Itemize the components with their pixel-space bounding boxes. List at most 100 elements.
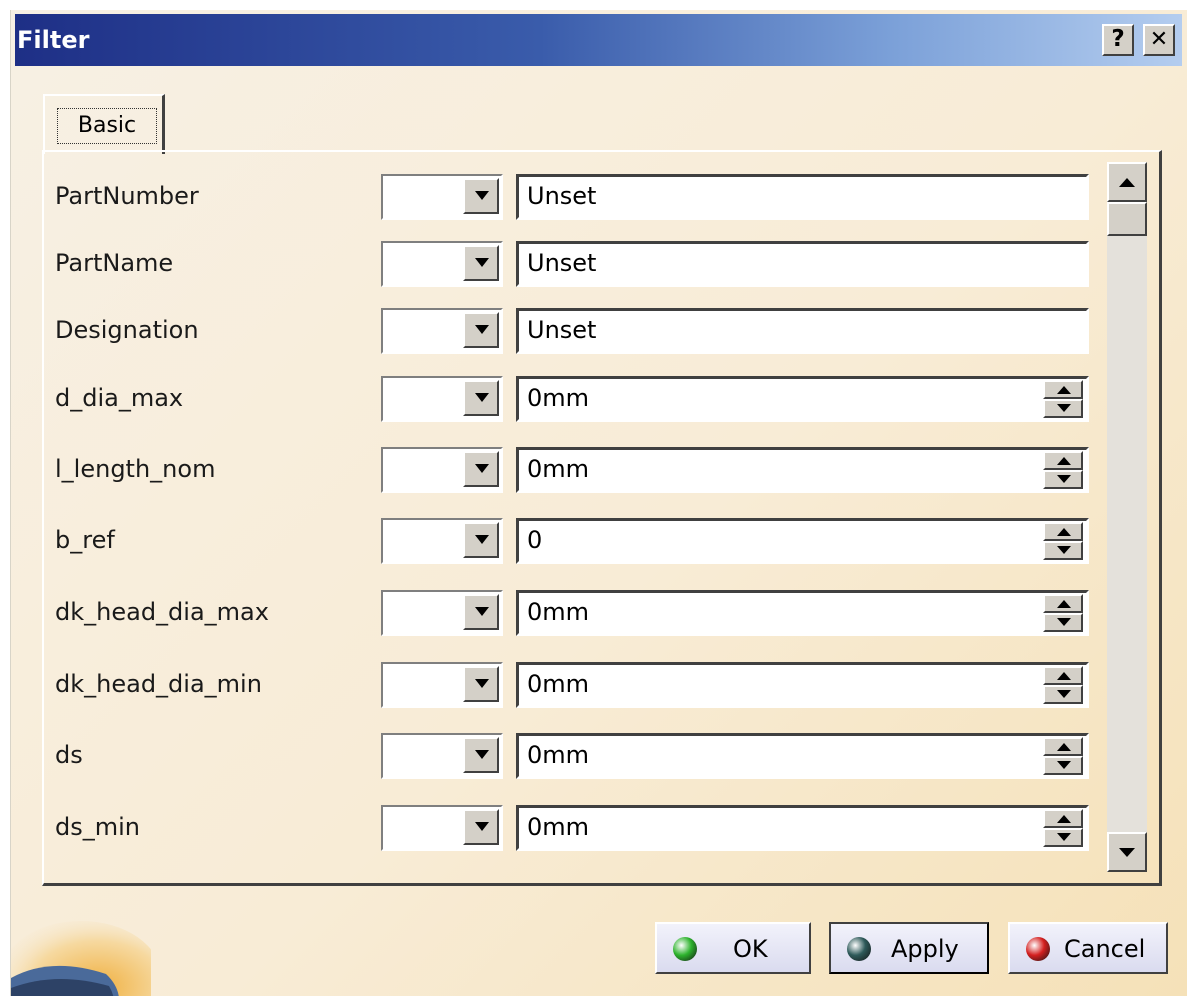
value-input[interactable]: Unset (516, 308, 1089, 354)
apply-icon (847, 937, 871, 961)
field-label: d_dia_max (55, 384, 184, 412)
chevron-down-icon (475, 607, 489, 616)
chevron-down-icon (475, 393, 489, 402)
dialog-title: Filter (17, 26, 90, 54)
value-spinner[interactable] (1043, 737, 1083, 775)
spin-up-button[interactable] (1043, 809, 1083, 828)
value-spinner[interactable] (1043, 666, 1083, 704)
value-spinner[interactable] (1043, 809, 1083, 847)
spin-up-button[interactable] (1043, 451, 1083, 470)
value-input[interactable]: 0mm (516, 805, 1089, 851)
value-input[interactable]: 0 (516, 518, 1089, 564)
spin-down-button[interactable] (1043, 685, 1083, 704)
cancel-button[interactable]: Cancel (1008, 922, 1168, 974)
value-input[interactable]: 0mm (516, 447, 1089, 493)
field-label: ds_min (55, 813, 140, 841)
dropdown-button[interactable] (463, 451, 499, 487)
value-input[interactable]: 0mm (516, 733, 1089, 779)
arrow-down-icon (1119, 848, 1135, 857)
spin-up-button[interactable] (1043, 522, 1083, 541)
chevron-down-icon (475, 679, 489, 688)
filter-dialog: Filter ? ✕ Basic PartNumber Unset PartName… (10, 10, 1187, 996)
tab-basic[interactable]: Basic (43, 94, 165, 154)
apply-label: Apply (891, 935, 959, 963)
chevron-down-icon (475, 535, 489, 544)
chevron-down-icon (475, 464, 489, 473)
arrow-down-icon (1057, 475, 1071, 483)
close-button[interactable]: ✕ (1143, 24, 1175, 56)
field-label: l_length_nom (55, 455, 216, 483)
arrow-up-icon (1119, 178, 1135, 187)
value-input[interactable]: Unset (516, 241, 1089, 287)
value-input[interactable]: Unset (516, 174, 1089, 220)
dropdown-button[interactable] (463, 380, 499, 416)
dropdown-button[interactable] (463, 809, 499, 845)
cancel-icon (1026, 937, 1050, 961)
arrow-up-icon (1057, 386, 1071, 394)
arrow-up-icon (1057, 743, 1071, 751)
operator-dropdown[interactable] (381, 447, 503, 493)
apply-button[interactable]: Apply (829, 922, 989, 974)
operator-dropdown[interactable] (381, 241, 503, 287)
cancel-label: Cancel (1064, 935, 1146, 963)
help-button[interactable]: ? (1102, 24, 1134, 56)
dropdown-button[interactable] (463, 245, 499, 281)
scroll-down-button[interactable] (1107, 832, 1147, 872)
value-spinner[interactable] (1043, 522, 1083, 560)
value-spinner[interactable] (1043, 594, 1083, 632)
operator-dropdown[interactable] (381, 174, 503, 220)
operator-dropdown[interactable] (381, 376, 503, 422)
ok-icon (673, 937, 697, 961)
value-spinner[interactable] (1043, 451, 1083, 489)
operator-dropdown[interactable] (381, 308, 503, 354)
chevron-down-icon (475, 258, 489, 267)
spin-down-button[interactable] (1043, 756, 1083, 775)
arrow-up-icon (1057, 672, 1071, 680)
arrow-up-icon (1057, 600, 1071, 608)
arrow-up-icon (1057, 457, 1071, 465)
ok-label: OK (733, 935, 768, 963)
dropdown-button[interactable] (463, 666, 499, 702)
value-input[interactable]: 0mm (516, 376, 1089, 422)
arrow-up-icon (1057, 815, 1071, 823)
value-spinner[interactable] (1043, 380, 1083, 418)
vertical-scrollbar[interactable] (1107, 162, 1147, 872)
tab-basic-label: Basic (57, 108, 157, 144)
chevron-down-icon (475, 822, 489, 831)
spin-up-button[interactable] (1043, 666, 1083, 685)
dropdown-button[interactable] (463, 312, 499, 348)
chevron-down-icon (475, 191, 489, 200)
arrow-down-icon (1057, 546, 1071, 554)
ok-button[interactable]: OK (655, 922, 811, 974)
dropdown-button[interactable] (463, 178, 499, 214)
dropdown-button[interactable] (463, 594, 499, 630)
arrow-up-icon (1057, 528, 1071, 536)
spin-down-button[interactable] (1043, 399, 1083, 418)
spin-down-button[interactable] (1043, 470, 1083, 489)
spin-down-button[interactable] (1043, 613, 1083, 632)
value-input[interactable]: 0mm (516, 590, 1089, 636)
arrow-down-icon (1057, 833, 1071, 841)
spin-up-button[interactable] (1043, 380, 1083, 399)
spin-up-button[interactable] (1043, 594, 1083, 613)
field-label: Designation (55, 316, 199, 344)
operator-dropdown[interactable] (381, 518, 503, 564)
dropdown-button[interactable] (463, 737, 499, 773)
title-bar[interactable]: Filter ? ✕ (15, 14, 1182, 66)
spin-down-button[interactable] (1043, 541, 1083, 560)
scroll-up-button[interactable] (1107, 162, 1147, 202)
field-label: ds (55, 741, 83, 769)
operator-dropdown[interactable] (381, 590, 503, 636)
dropdown-button[interactable] (463, 522, 499, 558)
scroll-thumb[interactable] (1107, 202, 1147, 236)
chevron-down-icon (475, 750, 489, 759)
value-input[interactable]: 0mm (516, 662, 1089, 708)
operator-dropdown[interactable] (381, 805, 503, 851)
spin-up-button[interactable] (1043, 737, 1083, 756)
operator-dropdown[interactable] (381, 733, 503, 779)
spin-down-button[interactable] (1043, 828, 1083, 847)
arrow-down-icon (1057, 761, 1071, 769)
arrow-down-icon (1057, 690, 1071, 698)
operator-dropdown[interactable] (381, 662, 503, 708)
chevron-down-icon (475, 325, 489, 334)
